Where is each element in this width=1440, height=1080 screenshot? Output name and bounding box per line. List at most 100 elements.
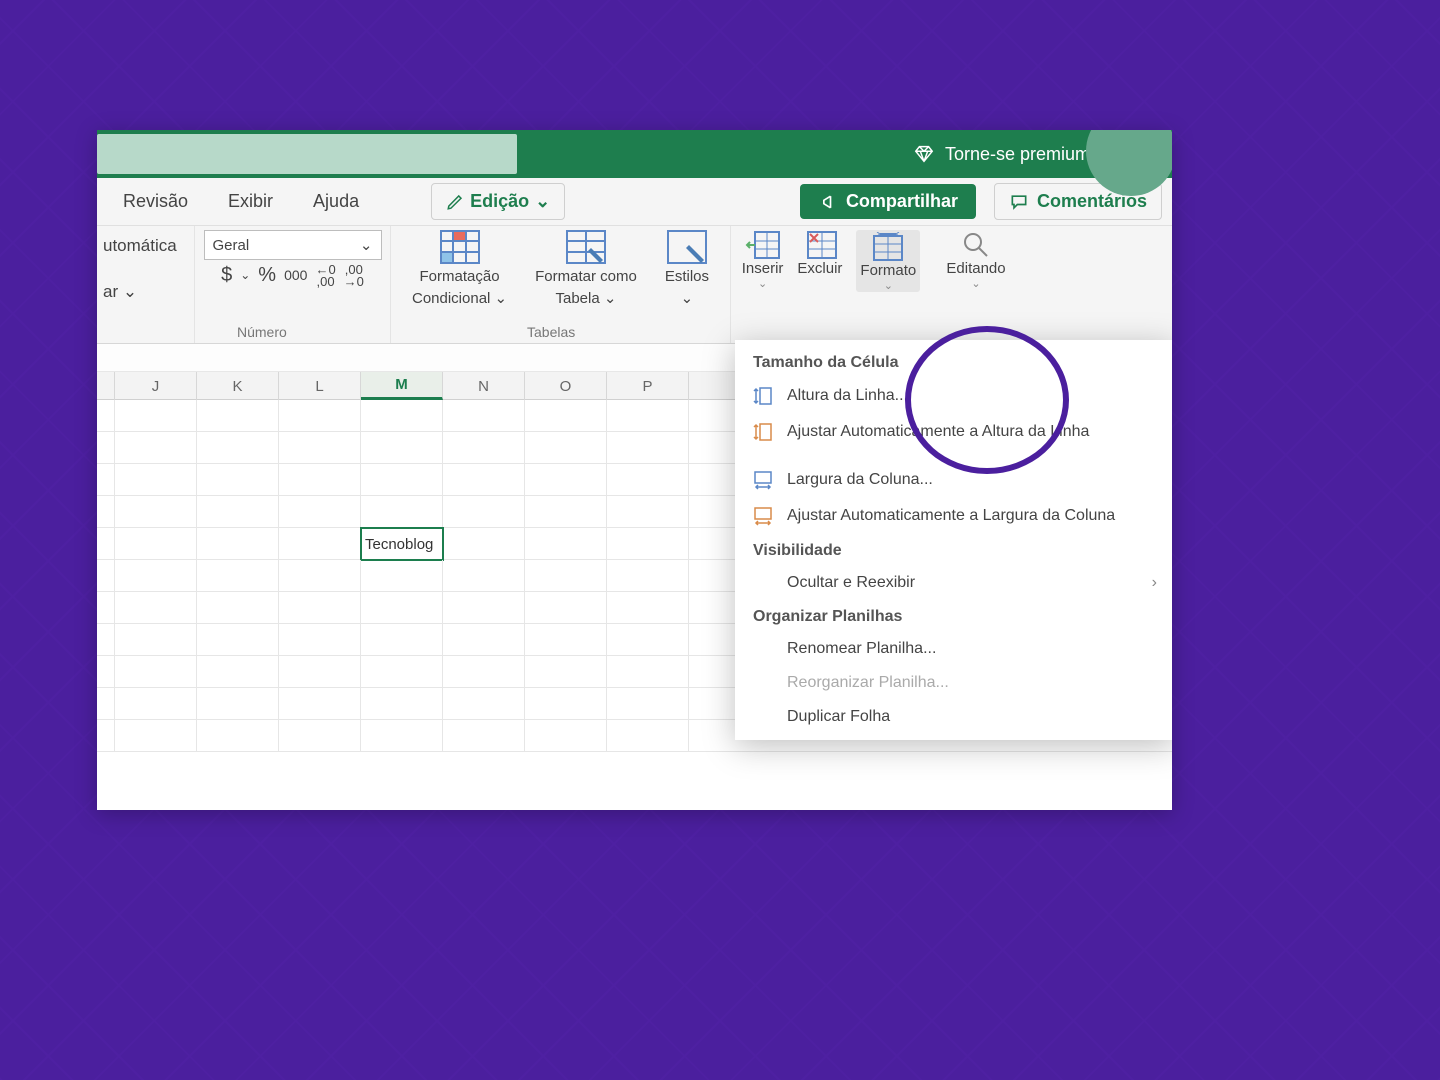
cell-N-0[interactable] <box>443 400 525 432</box>
cell-N-2[interactable] <box>443 464 525 496</box>
format-as-table-button[interactable]: Formatar como Tabela ⌄ <box>535 230 637 307</box>
cell-J-1[interactable] <box>115 432 197 464</box>
search-input[interactable] <box>97 134 517 174</box>
format-cells-button[interactable]: Formato ⌄ <box>856 230 920 292</box>
cell-K-0[interactable] <box>197 400 279 432</box>
cell-L-7[interactable] <box>279 624 361 656</box>
cell-M-2[interactable] <box>361 464 443 496</box>
cell-P-10[interactable] <box>607 720 689 752</box>
cell-styles-button[interactable]: Estilos ⌄ <box>665 230 709 307</box>
cell-P-1[interactable] <box>607 432 689 464</box>
cell-L-10[interactable] <box>279 720 361 752</box>
cell-K-2[interactable] <box>197 464 279 496</box>
cell-J-9[interactable] <box>115 688 197 720</box>
column-header-M[interactable]: M <box>361 372 443 400</box>
cell-O-4[interactable] <box>525 528 607 560</box>
cell-N-9[interactable] <box>443 688 525 720</box>
cell-J-10[interactable] <box>115 720 197 752</box>
share-button[interactable]: Compartilhar <box>800 184 976 219</box>
cell-J-6[interactable] <box>115 592 197 624</box>
cell-M-8[interactable] <box>361 656 443 688</box>
cell-M-1[interactable] <box>361 432 443 464</box>
cell-L-5[interactable] <box>279 560 361 592</box>
cell-J-7[interactable] <box>115 624 197 656</box>
cell-L-9[interactable] <box>279 688 361 720</box>
cell-M-6[interactable] <box>361 592 443 624</box>
dd-autofit-col[interactable]: Ajustar Automaticamente a Largura da Col… <box>735 498 1172 534</box>
cell-M-0[interactable] <box>361 400 443 432</box>
cell-P-8[interactable] <box>607 656 689 688</box>
currency-button[interactable]: $ <box>221 264 232 288</box>
cell-P-2[interactable] <box>607 464 689 496</box>
cell-K-8[interactable] <box>197 656 279 688</box>
increase-decimal-button[interactable]: ←0 ,00 <box>315 264 335 288</box>
cell-O-9[interactable] <box>525 688 607 720</box>
column-header-O[interactable]: O <box>525 372 607 400</box>
cell-P-5[interactable] <box>607 560 689 592</box>
cell-K-6[interactable] <box>197 592 279 624</box>
tab-exibir[interactable]: Exibir <box>208 181 293 222</box>
column-header-P[interactable]: P <box>607 372 689 400</box>
cell-M-5[interactable] <box>361 560 443 592</box>
cell-K-9[interactable] <box>197 688 279 720</box>
cell-J-8[interactable] <box>115 656 197 688</box>
cell-K-10[interactable] <box>197 720 279 752</box>
dd-row-height[interactable]: Altura da Linha... <box>735 378 1172 414</box>
cell-K-1[interactable] <box>197 432 279 464</box>
cell-M-4[interactable]: Tecnoblog <box>361 528 443 560</box>
cell-K-7[interactable] <box>197 624 279 656</box>
column-header-J[interactable]: J <box>115 372 197 400</box>
column-header-N[interactable]: N <box>443 372 525 400</box>
cell-M-7[interactable] <box>361 624 443 656</box>
cell-K-5[interactable] <box>197 560 279 592</box>
cell-P-3[interactable] <box>607 496 689 528</box>
cell-N-6[interactable] <box>443 592 525 624</box>
cell-L-0[interactable] <box>279 400 361 432</box>
cell-P-0[interactable] <box>607 400 689 432</box>
cell-N-5[interactable] <box>443 560 525 592</box>
delete-cells-button[interactable]: Excluir <box>797 230 842 277</box>
cell-O-10[interactable] <box>525 720 607 752</box>
cell-M-10[interactable] <box>361 720 443 752</box>
cell-O-1[interactable] <box>525 432 607 464</box>
cell-L-4[interactable] <box>279 528 361 560</box>
percent-button[interactable]: % <box>258 264 276 288</box>
cell-K-3[interactable] <box>197 496 279 528</box>
cell-O-8[interactable] <box>525 656 607 688</box>
dd-hide-show[interactable]: Ocultar e Reexibir › <box>735 566 1172 600</box>
cell-O-6[interactable] <box>525 592 607 624</box>
cell-N-4[interactable] <box>443 528 525 560</box>
cell-P-6[interactable] <box>607 592 689 624</box>
insert-cells-button[interactable]: Inserir ⌄ <box>742 230 784 290</box>
column-header-K[interactable]: K <box>197 372 279 400</box>
dd-rename-sheet[interactable]: Renomear Planilha... <box>735 632 1172 666</box>
cell-P-7[interactable] <box>607 624 689 656</box>
decrease-decimal-button[interactable]: ,00 →0 <box>344 264 364 288</box>
cell-N-1[interactable] <box>443 432 525 464</box>
cell-L-3[interactable] <box>279 496 361 528</box>
cell-J-0[interactable] <box>115 400 197 432</box>
cell-L-8[interactable] <box>279 656 361 688</box>
number-format-select[interactable]: Geral ⌄ <box>204 230 382 260</box>
cell-M-9[interactable] <box>361 688 443 720</box>
dd-duplicate-sheet[interactable]: Duplicar Folha <box>735 700 1172 734</box>
cell-M-3[interactable] <box>361 496 443 528</box>
tab-revisao[interactable]: Revisão <box>103 181 208 222</box>
cell-N-3[interactable] <box>443 496 525 528</box>
cell-J-3[interactable] <box>115 496 197 528</box>
dd-autofit-row[interactable]: Ajustar Automaticamente a Altura da Linh… <box>735 414 1172 450</box>
column-header-L[interactable]: L <box>279 372 361 400</box>
cell-O-3[interactable] <box>525 496 607 528</box>
editing-button[interactable]: Editando ⌄ <box>946 230 1005 290</box>
wrap-text-label[interactable]: utomática <box>103 230 177 256</box>
cell-J-5[interactable] <box>115 560 197 592</box>
cell-N-8[interactable] <box>443 656 525 688</box>
cell-K-4[interactable] <box>197 528 279 560</box>
cell-O-2[interactable] <box>525 464 607 496</box>
cell-N-7[interactable] <box>443 624 525 656</box>
tab-ajuda[interactable]: Ajuda <box>293 181 379 222</box>
conditional-formatting-button[interactable]: Formatação Condicional ⌄ <box>412 230 507 307</box>
merge-label[interactable]: ar ⌄ <box>103 276 137 302</box>
editing-mode-button[interactable]: Edição ⌄ <box>431 183 565 220</box>
cell-P-4[interactable] <box>607 528 689 560</box>
